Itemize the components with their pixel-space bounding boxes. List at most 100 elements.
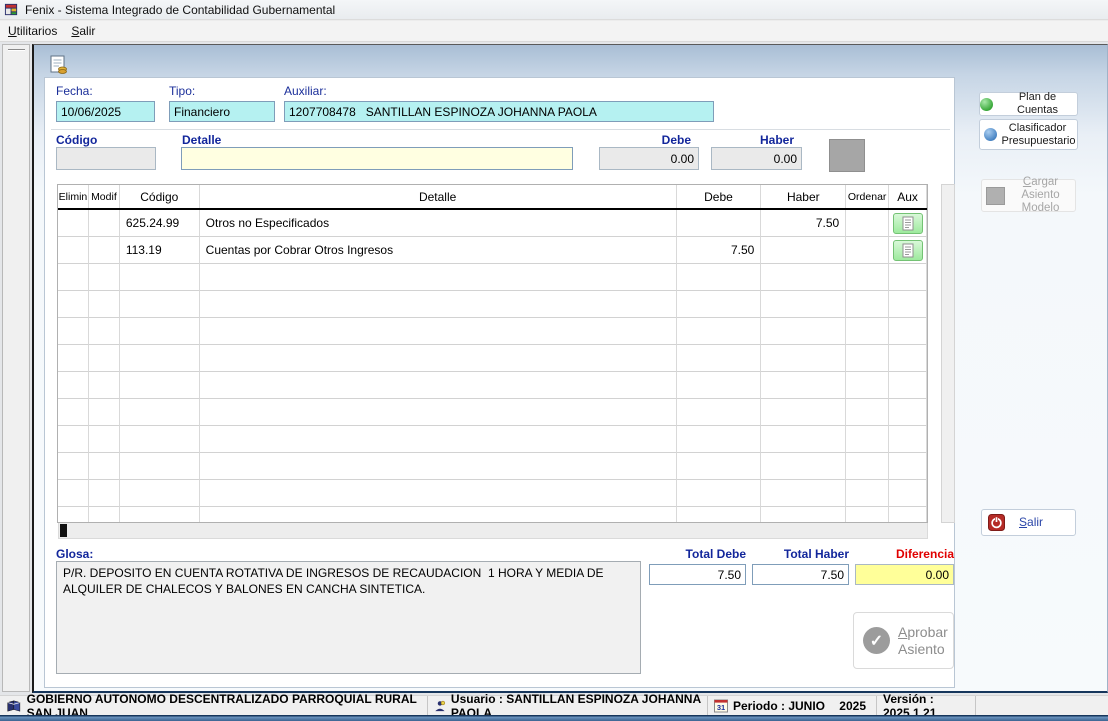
table-row [58, 426, 927, 453]
cell-codigo [119, 318, 200, 345]
status-period: 31 Periodo : JUNIO 2025 [708, 696, 877, 715]
cell-aux [889, 318, 927, 345]
svg-text:31: 31 [717, 703, 725, 712]
cell-detalle [199, 372, 677, 399]
cell-codigo [119, 264, 200, 291]
cell-aux [889, 210, 927, 237]
menu-salir[interactable]: Salir [71, 24, 95, 38]
cell-detalle [199, 345, 677, 372]
cell-modif [88, 237, 120, 264]
plan-de-cuentas-label: Plan de Cuentas [1017, 91, 1058, 116]
cargar-asiento-modelo-button[interactable]: Cargar Asiento Modelo [981, 176, 1076, 214]
cell-modif [88, 318, 120, 345]
cell-modif [88, 372, 120, 399]
status-version: Versión : 2025.1.21 [877, 692, 976, 720]
haber-label: Haber [759, 133, 794, 147]
glosa-textarea[interactable]: P/R. DEPOSITO EN CUENTA ROTATIVA DE INGR… [56, 561, 641, 674]
column-header: Elimin [58, 185, 89, 208]
table-vertical-scrollbar[interactable] [941, 184, 955, 523]
cell-debe [676, 399, 762, 426]
cell-elimin [58, 426, 89, 453]
status-entity: GOBIERNO AUTONOMO DESCENTRALIZADO PARROQ… [0, 692, 428, 720]
total-debe-input [649, 564, 746, 585]
tipo-input[interactable] [169, 101, 275, 122]
aprobar-asiento-button[interactable]: ✓ Aprobar Asiento [853, 612, 954, 669]
cell-codigo [119, 480, 200, 507]
cell-codigo [119, 399, 200, 426]
table-row [58, 480, 927, 507]
cell-detalle [199, 291, 677, 318]
hscroll-thumb[interactable] [60, 524, 67, 537]
clasificador-presupuestario-button[interactable]: Clasificador Presupuestario [979, 119, 1078, 150]
aux-document-button[interactable] [892, 212, 923, 234]
fecha-input[interactable] [56, 101, 155, 122]
cell-detalle [199, 264, 677, 291]
clasificador-label: Clasificador Presupuestario [1001, 121, 1076, 147]
window-bottom-edge [0, 715, 1108, 721]
cell-haber [761, 372, 847, 399]
auxiliar-input[interactable] [284, 101, 714, 122]
cell-debe [676, 210, 762, 237]
add-line-button[interactable] [829, 139, 865, 172]
debe-label: Debe [661, 133, 691, 147]
codigo-input[interactable] [56, 147, 156, 170]
table-row [58, 291, 927, 318]
cell-elimin [58, 399, 89, 426]
cell-codigo: 113.19 [119, 237, 200, 264]
plan-de-cuentas-button[interactable]: Plan de Cuentas [979, 91, 1078, 116]
collapsed-side-panel[interactable] [2, 44, 30, 692]
cell-elimin [58, 345, 89, 372]
new-entry-icon[interactable] [48, 54, 70, 76]
entry-form-panel: Fecha: Tipo: Auxiliar: Código Detalle De… [44, 77, 955, 688]
cell-ordenar [846, 237, 890, 264]
cell-elimin [58, 210, 89, 237]
cell-haber [761, 291, 847, 318]
cell-elimin [58, 237, 89, 264]
cell-aux [889, 291, 927, 318]
cell-aux [889, 345, 927, 372]
table-row: 625.24.99 Otros no Especificados 7.50 [58, 210, 927, 237]
detalle-input[interactable] [181, 147, 573, 170]
power-icon [988, 514, 1005, 531]
total-debe-label: Total Debe [685, 547, 746, 561]
green-sphere-icon [980, 97, 993, 111]
mdi-area: Fecha: Tipo: Auxiliar: Código Detalle De… [0, 42, 1108, 695]
cell-aux [889, 426, 927, 453]
cell-ordenar [846, 372, 890, 399]
cell-elimin [58, 507, 89, 522]
cell-elimin [58, 318, 89, 345]
diferencia-label: Diferencia [895, 547, 954, 561]
application-window: Fenix - Sistema Integrado de Contabilida… [0, 0, 1108, 721]
cell-ordenar [846, 507, 890, 522]
haber-input[interactable] [711, 147, 802, 170]
cell-codigo [119, 453, 200, 480]
glosa-label: Glosa: [56, 547, 94, 561]
cell-aux [889, 480, 927, 507]
table-horizontal-scrollbar[interactable] [58, 523, 928, 539]
cell-elimin [58, 372, 89, 399]
cell-aux [889, 453, 927, 480]
cell-aux [889, 507, 927, 522]
cell-codigo [119, 426, 200, 453]
table-row [58, 399, 927, 426]
table-row [58, 345, 927, 372]
panel-grip[interactable] [8, 49, 25, 51]
cell-detalle [199, 480, 677, 507]
cell-debe [676, 372, 762, 399]
menu-utilitarios[interactable]: Utilitarios [8, 24, 57, 38]
separator-line [51, 129, 950, 130]
aux-document-button[interactable] [892, 239, 923, 261]
cell-ordenar [846, 264, 890, 291]
cargar-asiento-label: Cargar Asiento Modelo [1021, 175, 1060, 215]
status-year-text: 2025 [839, 698, 866, 713]
cell-detalle [199, 453, 677, 480]
debe-input[interactable] [599, 147, 699, 170]
menu-bar: Utilitarios Salir [0, 21, 1108, 42]
cell-aux [889, 372, 927, 399]
cell-modif [88, 426, 120, 453]
column-header: Aux [889, 185, 927, 208]
cell-modif [88, 453, 120, 480]
table-row [58, 453, 927, 480]
salir-button[interactable]: Salir [981, 509, 1076, 536]
table-row [58, 318, 927, 345]
